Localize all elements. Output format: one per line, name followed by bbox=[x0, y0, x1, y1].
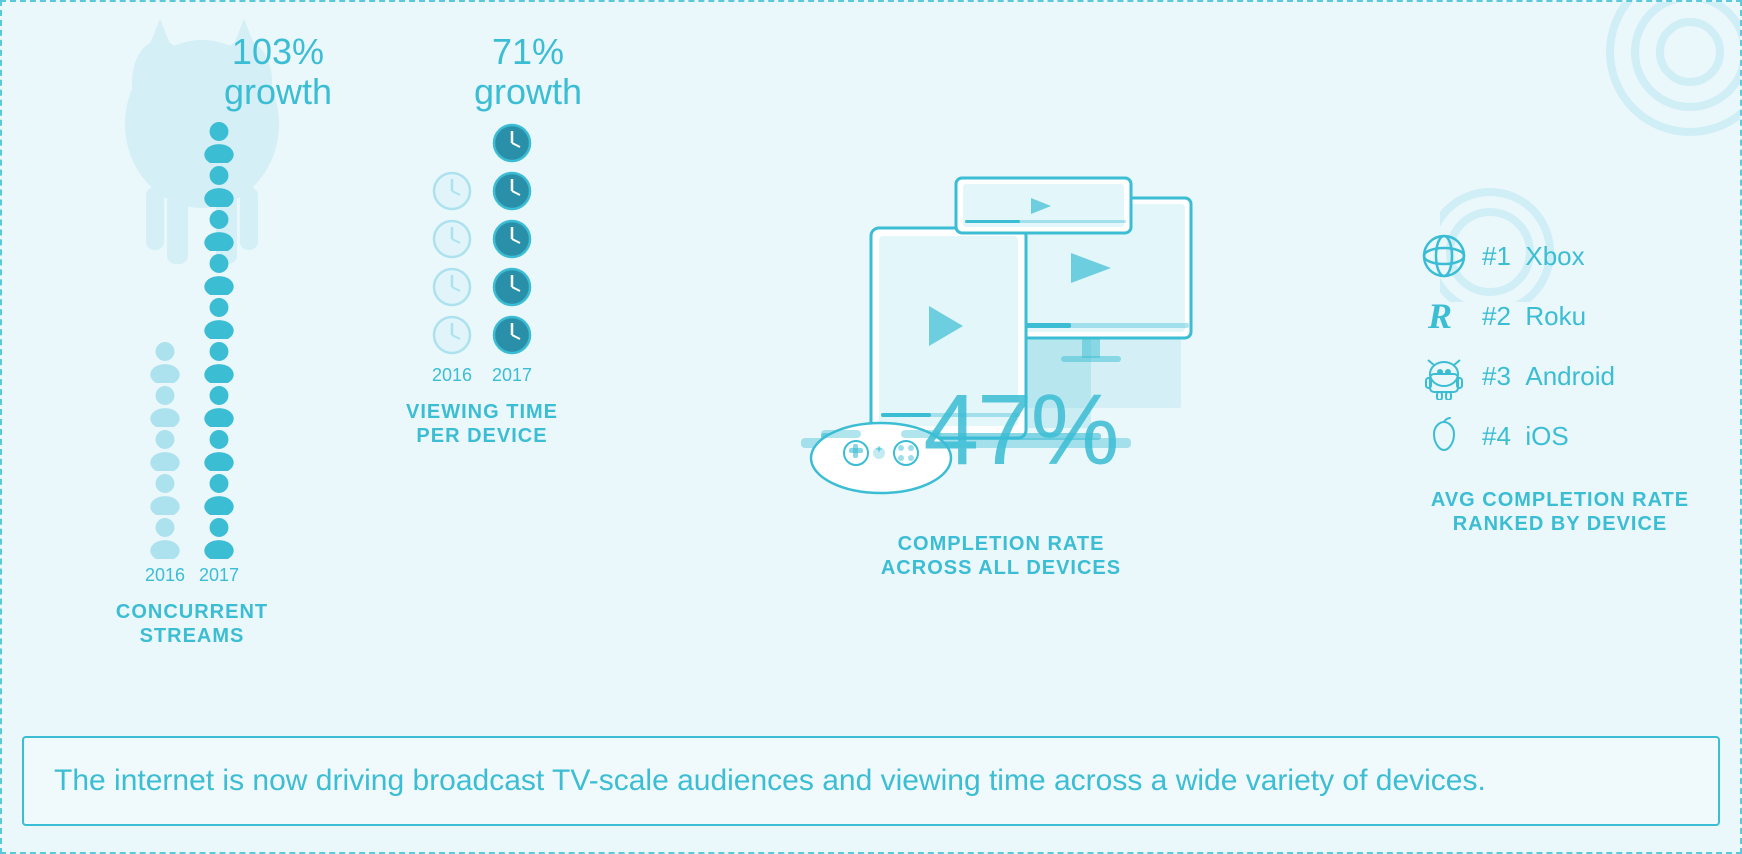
main-container: 103% growth 2016 bbox=[0, 0, 1742, 854]
completion-rate-title: COMPLETION RATE ACROSS ALL DEVICES bbox=[881, 532, 1121, 580]
xbox-icon bbox=[1420, 232, 1468, 280]
completion-rate-value: 47% bbox=[923, 373, 1117, 488]
concurrent-2016-col: 2016 bbox=[144, 341, 186, 586]
person-icon-2017-2 bbox=[198, 473, 240, 515]
svg-text:R: R bbox=[1427, 296, 1452, 336]
person-icon-2017-9 bbox=[198, 165, 240, 207]
clock-2016-1 bbox=[430, 313, 474, 357]
ranking-item-roku: R #2 Roku bbox=[1420, 292, 1700, 340]
top-section: 103% growth 2016 bbox=[22, 22, 1720, 726]
viewing-2017-col: 2017 bbox=[490, 121, 534, 386]
person-icon-2016-1 bbox=[144, 517, 186, 559]
concurrent-year-2017: 2017 bbox=[199, 565, 239, 586]
concurrent-growth-label: 103% growth bbox=[224, 32, 332, 111]
person-icon-2017-8 bbox=[198, 209, 240, 251]
section-ranking: #1 Xbox R #2 Roku bbox=[1400, 22, 1720, 726]
person-icon-2017-5 bbox=[198, 341, 240, 383]
android-icon bbox=[1420, 352, 1468, 400]
viewing-growth-label: 71% growth bbox=[474, 32, 582, 111]
person-icon-2016-3 bbox=[144, 429, 186, 471]
ranking-roku-label: #2 Roku bbox=[1482, 301, 1586, 332]
ranking-item-android: #3 Android bbox=[1420, 352, 1700, 400]
person-icon-2017-6 bbox=[198, 297, 240, 339]
clock-2017-3 bbox=[490, 217, 534, 261]
viewing-time-title: VIEWING TIME PER DEVICE bbox=[406, 400, 558, 448]
person-icon-2016-2 bbox=[144, 473, 186, 515]
bottom-quote: The internet is now driving broadcast TV… bbox=[22, 736, 1720, 826]
quote-text: The internet is now driving broadcast TV… bbox=[54, 760, 1688, 802]
ranking-section-title: AVG COMPLETION RATE RANKED BY DEVICE bbox=[1420, 488, 1700, 536]
ranking-item-xbox: #1 Xbox bbox=[1420, 232, 1700, 280]
ranking-ios-label: #4 iOS bbox=[1482, 421, 1569, 452]
viewing-year-2016: 2016 bbox=[432, 365, 472, 386]
viewing-growth-text: growth bbox=[474, 71, 582, 112]
section-viewing: 71% growth bbox=[362, 22, 602, 726]
person-icon-2017-4 bbox=[198, 385, 240, 427]
clock-2017-4 bbox=[490, 169, 534, 213]
clock-2016-3 bbox=[430, 217, 474, 261]
concurrent-streams-title: CONCURRENT STREAMS bbox=[116, 600, 268, 648]
section-completion: 47% COMPLETION RATE ACROSS ALL DEVICES bbox=[602, 22, 1400, 726]
viewing-year-2017: 2017 bbox=[492, 365, 532, 386]
devices-illustration: 47% bbox=[791, 168, 1211, 528]
ranking-xbox-label: #1 Xbox bbox=[1482, 241, 1585, 272]
concurrent-growth-text: growth bbox=[224, 71, 332, 112]
person-icon-2017-10 bbox=[198, 121, 240, 163]
roku-icon: R bbox=[1420, 292, 1468, 340]
clock-2017-5 bbox=[490, 121, 534, 165]
clock-2017-1 bbox=[490, 313, 534, 357]
viewing-growth-pct: 71% bbox=[492, 31, 564, 72]
viewing-2016-col: 2016 bbox=[430, 169, 474, 386]
clock-2016-4 bbox=[430, 169, 474, 213]
viewing-clocks-row: 2016 bbox=[430, 121, 534, 386]
concurrent-figures-row: 2016 2017 bbox=[144, 121, 240, 586]
ranking-android-label: #3 Android bbox=[1482, 361, 1615, 392]
person-icon-2016-4 bbox=[144, 385, 186, 427]
person-icon-2016-5 bbox=[144, 341, 186, 383]
ranking-item-ios: #4 iOS bbox=[1420, 412, 1700, 460]
person-icon-2017-1 bbox=[198, 517, 240, 559]
section-concurrent: 103% growth 2016 bbox=[22, 22, 362, 726]
person-icon-2017-3 bbox=[198, 429, 240, 471]
concurrent-year-2016: 2016 bbox=[145, 565, 185, 586]
concurrent-growth-pct: 103% bbox=[232, 31, 324, 72]
ios-icon bbox=[1420, 412, 1468, 460]
concurrent-2017-col: 2017 bbox=[198, 121, 240, 586]
clock-2017-2 bbox=[490, 265, 534, 309]
person-icon-2017-7 bbox=[198, 253, 240, 295]
clock-2016-2 bbox=[430, 265, 474, 309]
